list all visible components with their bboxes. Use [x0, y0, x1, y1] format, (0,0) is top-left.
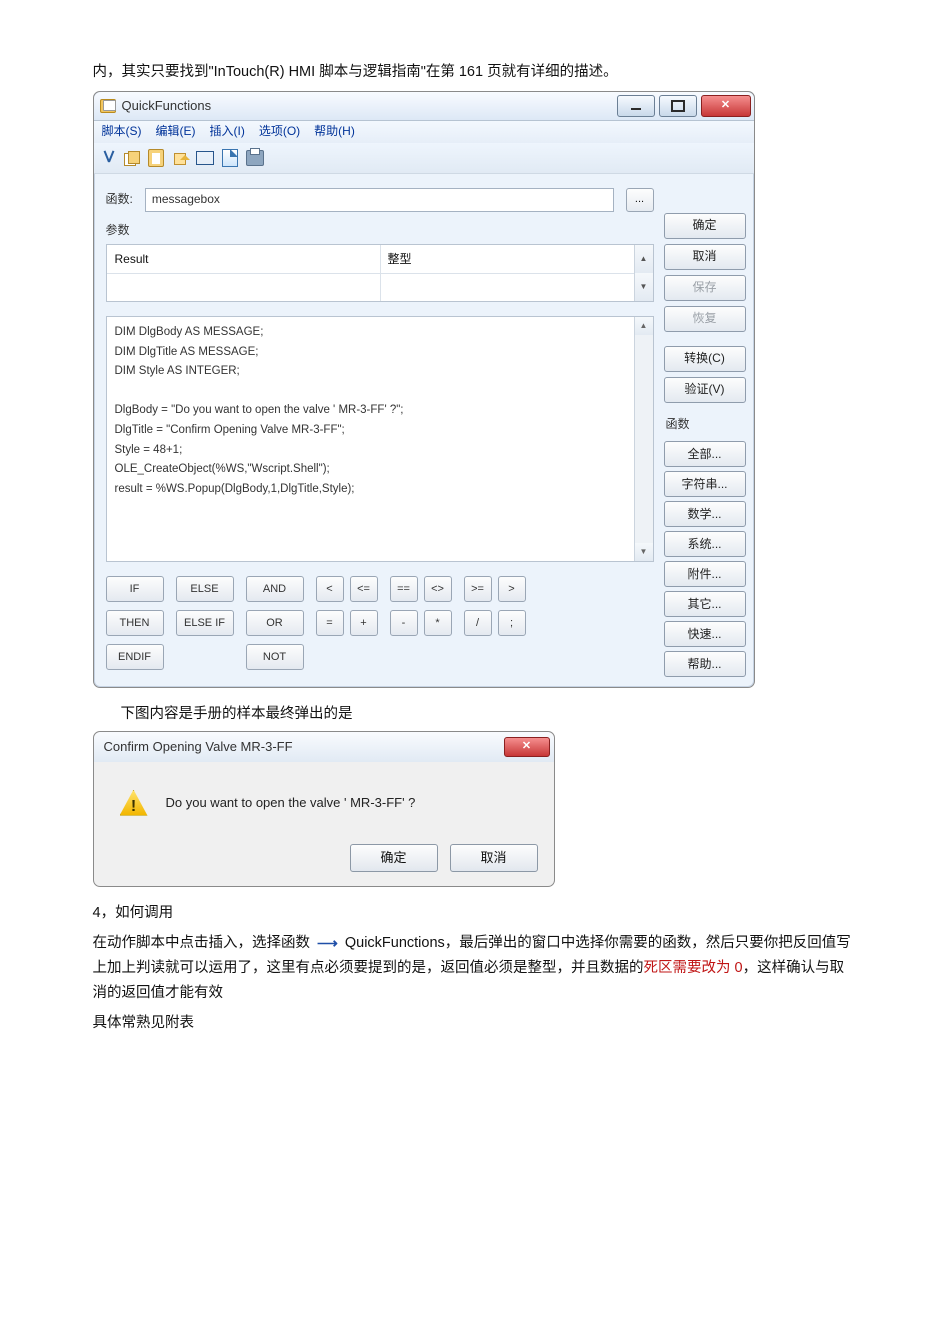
function-label: 函数: [106, 189, 133, 209]
op-ge[interactable]: >= [464, 576, 492, 602]
dialog-title: Confirm Opening Valve MR-3-FF [104, 736, 293, 758]
paste-icon[interactable] [148, 149, 164, 167]
dialog-cancel-button[interactable]: 取消 [450, 844, 538, 872]
save-button[interactable]: 保存 [664, 275, 746, 301]
fn-help-button[interactable]: 帮助... [664, 651, 746, 677]
validate-button[interactable]: 验证(V) [664, 377, 746, 403]
intro-text: 内，其实只要找到"InTouch(R) HMI 脚本与逻辑指南"在第 161 页… [93, 60, 853, 85]
op-gt[interactable]: > [498, 576, 526, 602]
param-scroll-up[interactable]: ▲ [635, 245, 653, 273]
kw-not[interactable]: NOT [246, 644, 304, 670]
kw-if[interactable]: IF [106, 576, 164, 602]
section4-title: 4，如何调用 [93, 901, 853, 926]
cancel-button[interactable]: 取消 [664, 244, 746, 270]
fn-string-button[interactable]: 字符串... [664, 471, 746, 497]
menu-script[interactable]: 脚本(S) [102, 121, 142, 141]
op-assign[interactable]: = [316, 610, 344, 636]
params-label: 参数 [106, 220, 130, 240]
kw-elseif[interactable]: ELSE IF [176, 610, 234, 636]
rect-icon[interactable] [196, 151, 214, 165]
kw-or[interactable]: OR [246, 610, 304, 636]
kw-and[interactable]: AND [246, 576, 304, 602]
app-icon [100, 99, 116, 113]
section4-body: 在动作脚本中点击插入，选择函数 ⟶ QuickFunctions，最后弹出的窗口… [93, 931, 853, 1005]
kw-else[interactable]: ELSE [176, 576, 234, 602]
menu-edit[interactable]: 编辑(E) [156, 121, 196, 141]
print-icon[interactable] [246, 150, 264, 166]
op-minus[interactable]: - [390, 610, 418, 636]
arrow-icon: ⟶ [317, 932, 338, 957]
confirm-dialog: Confirm Opening Valve MR-3-FF Do you wan… [93, 731, 555, 887]
doc-icon[interactable] [222, 149, 238, 167]
appendix-note: 具体常熟见附表 [93, 1011, 853, 1036]
minimize-button[interactable] [617, 95, 655, 117]
convert-button[interactable]: 转换(C) [664, 346, 746, 372]
window-title: QuickFunctions [122, 95, 617, 117]
cut-icon[interactable] [102, 150, 116, 166]
menubar: 脚本(S) 编辑(E) 插入(I) 选项(O) 帮助(H) [94, 121, 754, 143]
op-ne[interactable]: <> [424, 576, 452, 602]
restore-button[interactable]: 恢复 [664, 306, 746, 332]
params-grid[interactable]: Result 整型 ▲ ▼ [106, 244, 654, 302]
close-button[interactable] [701, 95, 751, 117]
kw-then[interactable]: THEN [106, 610, 164, 636]
copy-icon[interactable] [124, 151, 140, 165]
functions-group-label: 函数 [666, 414, 746, 434]
ok-button[interactable]: 确定 [664, 213, 746, 239]
menu-options[interactable]: 选项(O) [259, 121, 300, 141]
op-plus[interactable]: + [350, 610, 378, 636]
red-emphasis: 死区需要改为 0 [644, 960, 743, 976]
dialog-ok-button[interactable]: 确定 [350, 844, 438, 872]
menu-help[interactable]: 帮助(H) [314, 121, 355, 141]
param-type-cell[interactable]: 整型 [380, 245, 420, 273]
script-editor[interactable]: DIM DlgBody AS MESSAGE; DIM DlgTitle AS … [106, 316, 654, 562]
warning-icon [120, 790, 148, 816]
script-scroll-down[interactable]: ▼ [635, 543, 653, 561]
script-scroll-up[interactable]: ▲ [635, 317, 653, 335]
op-mul[interactable]: * [424, 610, 452, 636]
param-name-cell[interactable]: Result [107, 245, 157, 273]
op-le[interactable]: <= [350, 576, 378, 602]
fn-addon-button[interactable]: 附件... [664, 561, 746, 587]
fn-all-button[interactable]: 全部... [664, 441, 746, 467]
fn-math-button[interactable]: 数学... [664, 501, 746, 527]
titlebar: QuickFunctions [94, 92, 754, 121]
menu-insert[interactable]: 插入(I) [210, 121, 245, 141]
op-semi[interactable]: ; [498, 610, 526, 636]
maximize-button[interactable] [659, 95, 697, 117]
function-name-input[interactable]: messagebox [145, 188, 614, 212]
fn-quick-button[interactable]: 快速... [664, 621, 746, 647]
dialog-message: Do you want to open the valve ' MR-3-FF'… [166, 792, 416, 814]
toolbar [94, 143, 754, 174]
insert-icon[interactable] [172, 151, 188, 165]
param-scroll-down[interactable]: ▼ [635, 273, 653, 301]
op-div[interactable]: / [464, 610, 492, 636]
fn-other-button[interactable]: 其它... [664, 591, 746, 617]
caption-below: 下图内容是手册的样本最终弹出的是 [121, 702, 853, 727]
browse-button[interactable]: ... [626, 188, 654, 212]
dialog-close-button[interactable] [504, 737, 550, 757]
quickfunctions-window: QuickFunctions 脚本(S) 编辑(E) 插入(I) 选项(O) 帮… [93, 91, 755, 688]
op-eq[interactable]: == [390, 576, 418, 602]
op-lt[interactable]: < [316, 576, 344, 602]
fn-system-button[interactable]: 系统... [664, 531, 746, 557]
kw-endif[interactable]: ENDIF [106, 644, 164, 670]
